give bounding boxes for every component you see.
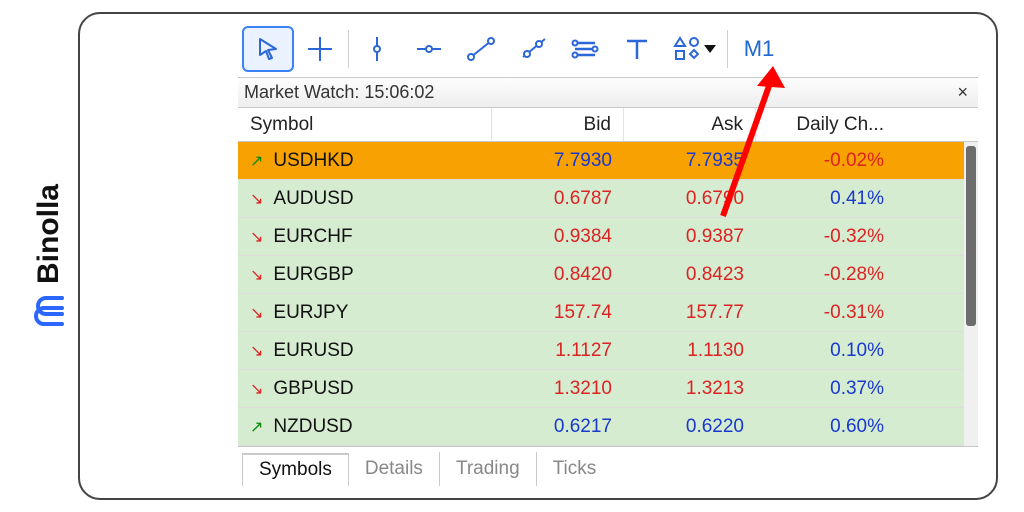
change-value: -0.31% [756, 294, 896, 331]
brand-label: Binolla [32, 184, 66, 284]
bid-value: 1.1127 [492, 332, 624, 369]
table-column-headers: Symbol Bid Ask Daily Ch... [238, 108, 978, 142]
bid-value: 7.7930 [492, 142, 624, 179]
vertical-line-icon [363, 35, 391, 63]
brand: Binolla [20, 0, 78, 512]
table-row[interactable]: ↘ GBPUSD 1.32101.32130.37% [238, 370, 964, 408]
change-value: 0.41% [756, 180, 896, 217]
app-frame: M1 Market Watch: 15:06:02 × Symbol Bid A… [78, 12, 998, 500]
vertical-line-tool-button[interactable] [351, 26, 403, 72]
tab-ticks[interactable]: Ticks [537, 452, 613, 486]
dropdown-caret-icon [704, 45, 716, 53]
ask-value: 0.6790 [624, 180, 756, 217]
table-row[interactable]: ↘ EURCHF 0.93840.9387-0.32% [238, 218, 964, 256]
toolbar-separator [348, 30, 349, 68]
brand-logo-icon [32, 294, 66, 328]
toolbar-separator [727, 30, 728, 68]
text-icon [623, 35, 651, 63]
arrow-down-icon: ↘ [250, 379, 263, 399]
table-row[interactable]: ↗ NZDUSD 0.62170.62200.60% [238, 408, 964, 446]
market-watch-rows: ↗USDHKD7.79307.7935-0.02%↘AUDUSD0.67870.… [238, 142, 964, 446]
arrow-down-icon: ↘ [250, 303, 263, 323]
cursor-tool-button[interactable] [242, 26, 294, 72]
bid-value: 0.8420 [492, 256, 624, 293]
symbol-label: NZDUSD [273, 416, 352, 438]
ask-value: 0.6220 [624, 408, 756, 445]
change-value: 0.10% [756, 332, 896, 369]
tab-details[interactable]: Details [349, 452, 440, 486]
change-value: 0.60% [756, 408, 896, 445]
ask-value: 0.8423 [624, 256, 756, 293]
trend-line-tool-button[interactable] [455, 26, 507, 72]
ask-value: 157.77 [624, 294, 756, 331]
cursor-icon [254, 35, 282, 63]
close-button[interactable]: × [953, 82, 972, 103]
change-value: -0.02% [756, 142, 896, 179]
change-value: 0.37% [756, 370, 896, 407]
bid-value: 0.9384 [492, 218, 624, 255]
symbol-label: AUDUSD [273, 188, 353, 210]
tab-symbols[interactable]: Symbols [242, 453, 349, 487]
symbol-label: USDHKD [273, 150, 353, 172]
tab-trading[interactable]: Trading [440, 452, 537, 486]
arrow-down-icon: ↘ [250, 189, 263, 209]
shapes-icon [672, 35, 702, 63]
panel-title: Market Watch: 15:06:02 [244, 82, 434, 103]
horizontal-line-tool-button[interactable] [403, 26, 455, 72]
bid-value: 157.74 [492, 294, 624, 331]
change-value: -0.32% [756, 218, 896, 255]
arrow-up-icon: ↗ [250, 417, 263, 437]
equidistant-channel-tool-button[interactable] [559, 26, 611, 72]
timeframe-button[interactable]: M1 [730, 29, 788, 69]
symbol-label: GBPUSD [273, 378, 353, 400]
equidistant-channel-icon [571, 35, 599, 63]
market-watch-tabs: Symbols Details Trading Ticks [238, 446, 978, 486]
bid-value: 0.6787 [492, 180, 624, 217]
ask-value: 1.3213 [624, 370, 756, 407]
table-row[interactable]: ↘ AUDUSD 0.67870.67900.41% [238, 180, 964, 218]
angle-trend-icon [519, 35, 547, 63]
table-row[interactable]: ↗ USDHKD 7.79307.7935-0.02% [238, 142, 964, 180]
table-row[interactable]: ↘ EURUSD 1.11271.11300.10% [238, 332, 964, 370]
table-row[interactable]: ↘ EURJPY 157.74157.77-0.31% [238, 294, 964, 332]
horizontal-line-icon [415, 35, 443, 63]
change-value: -0.28% [756, 256, 896, 293]
col-ask[interactable]: Ask [624, 108, 756, 141]
col-bid[interactable]: Bid [492, 108, 624, 141]
symbol-label: EURGBP [273, 264, 353, 286]
col-change[interactable]: Daily Ch... [756, 108, 896, 141]
crosshair-icon [306, 35, 334, 63]
symbol-label: EURJPY [273, 302, 348, 324]
symbol-label: EURUSD [273, 340, 353, 362]
ask-value: 1.1130 [624, 332, 756, 369]
drawing-toolbar: M1 [238, 20, 978, 78]
shapes-tool-button[interactable] [663, 26, 725, 72]
scrollbar-thumb[interactable] [966, 146, 976, 326]
text-tool-button[interactable] [611, 26, 663, 72]
vertical-scrollbar[interactable] [964, 142, 978, 446]
ask-value: 7.7935 [624, 142, 756, 179]
arrow-up-icon: ↗ [250, 151, 263, 171]
ask-value: 0.9387 [624, 218, 756, 255]
symbol-label: EURCHF [273, 226, 352, 248]
angle-trend-tool-button[interactable] [507, 26, 559, 72]
arrow-down-icon: ↘ [250, 265, 263, 285]
arrow-down-icon: ↘ [250, 341, 263, 361]
trend-line-icon [467, 35, 495, 63]
crosshair-tool-button[interactable] [294, 26, 346, 72]
arrow-down-icon: ↘ [250, 227, 263, 247]
col-symbol[interactable]: Symbol [238, 108, 492, 141]
bid-value: 1.3210 [492, 370, 624, 407]
market-watch-header: Market Watch: 15:06:02 × [238, 78, 978, 108]
table-row[interactable]: ↘ EURGBP 0.84200.8423-0.28% [238, 256, 964, 294]
bid-value: 0.6217 [492, 408, 624, 445]
